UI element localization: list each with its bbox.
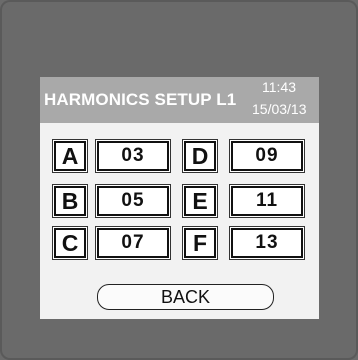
clock-date: 15/03/13 (252, 101, 307, 117)
harmonic-letter-f: F (184, 228, 216, 258)
harmonic-value-d[interactable]: 09 (231, 141, 303, 171)
harmonic-letter-b: B (54, 186, 86, 216)
display-screen: HARMONICS SETUP L1 11:43 15/03/13 A 03 D… (40, 77, 319, 319)
harmonic-value-c[interactable]: 07 (97, 228, 169, 258)
harmonic-value-b[interactable]: 05 (97, 186, 169, 216)
harmonic-letter-c: C (54, 228, 86, 258)
harmonic-value-a[interactable]: 03 (97, 141, 169, 171)
harmonic-letter-a: A (54, 141, 86, 171)
header-bar: HARMONICS SETUP L1 11:43 15/03/13 (40, 77, 319, 123)
harmonic-letter-d: D (184, 141, 216, 171)
harmonic-letter-e: E (184, 186, 216, 216)
page-title: HARMONICS SETUP L1 (44, 90, 237, 109)
harmonic-value-e[interactable]: 11 (231, 186, 303, 216)
back-button[interactable]: BACK (97, 284, 274, 310)
harmonic-value-f[interactable]: 13 (231, 228, 303, 258)
clock-time: 11:43 (262, 79, 296, 95)
